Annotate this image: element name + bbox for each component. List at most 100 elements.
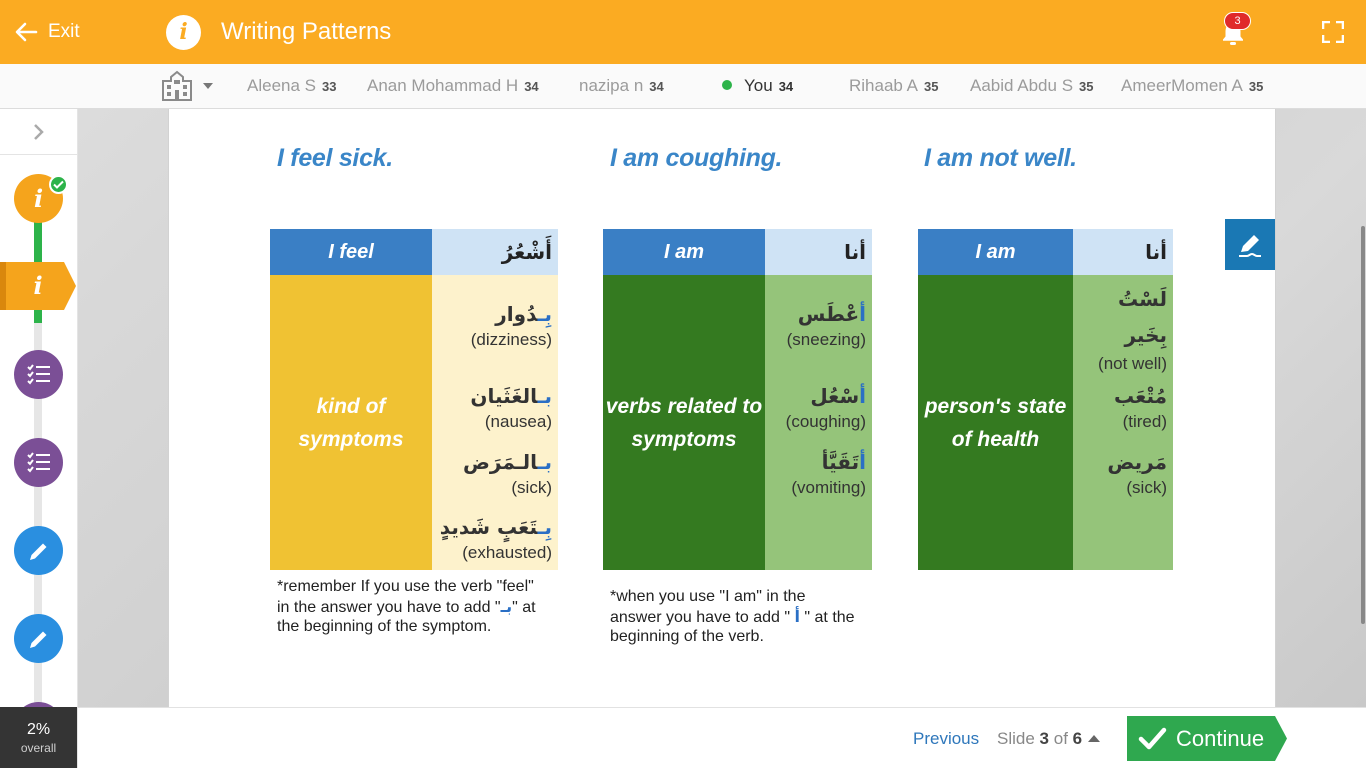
example-entry: مُتْعَب (tired) (1114, 381, 1167, 433)
example-english: (not well) (1098, 354, 1167, 373)
notification-badge: 3 (1224, 12, 1251, 30)
example-english: (exhausted) (462, 543, 552, 562)
leaderboard-score: 34 (649, 79, 664, 94)
leaderboard-entry: AmeerMomen A 35 (1121, 76, 1263, 96)
checklist-icon (26, 451, 50, 473)
leaderboard-name: Anan Mohammad H (367, 76, 519, 95)
example-arabic: أتَقَيَّأ (821, 450, 866, 474)
checklist-icon (26, 363, 50, 385)
lesson-rail: i i (0, 109, 78, 768)
leaderboard-score: 33 (322, 79, 337, 94)
example-entry: بِـدُوار (dizziness) (471, 299, 552, 351)
leaderboard-name: AmeerMomen A (1121, 76, 1243, 95)
category-cell: kind of symptoms (270, 275, 432, 570)
pattern-table-feel: I feel أَشْعُرُ kind of symptoms بِـدُوا… (270, 229, 558, 570)
overall-progress: 2% overall (0, 707, 77, 768)
example-entry: أسْعُل (coughing) (786, 381, 866, 433)
column-heading: I am not well. (924, 144, 1077, 172)
slide-content: I feel sick. I feel أَشْعُرُ kind of sym… (168, 109, 1276, 707)
online-dot (722, 80, 732, 90)
leaderboard-name: nazipa n (579, 76, 644, 95)
expand-rail-button[interactable] (0, 109, 78, 155)
step-writing[interactable] (14, 614, 63, 663)
header-english: I am (918, 229, 1073, 275)
previous-button[interactable]: Previous (913, 729, 979, 749)
header-arabic: أنا (765, 229, 872, 275)
leaderboard-score: 35 (1248, 79, 1264, 94)
progress-label: overall (20, 741, 57, 755)
leaderboard-score: 34 (778, 79, 794, 94)
category-cell: person's state of health (918, 275, 1073, 570)
example-arabic: أسْعُل (810, 384, 866, 408)
leaderboard-score: 35 (924, 79, 939, 94)
example-entry: مَريض (sick) (1107, 447, 1167, 499)
leaderboard-name: Aleena S (247, 76, 316, 95)
fullscreen-icon[interactable] (1322, 21, 1344, 43)
leaderboard-score: 35 (1079, 79, 1094, 94)
chevron-right-icon (34, 123, 44, 140)
example-english: (sick) (511, 478, 552, 497)
example-english: (tired) (1122, 412, 1167, 431)
pattern-table-am: I am أنا verbs related to symptoms أعْطَ… (603, 229, 872, 570)
example-entry: لَسْتُ بِخَير (not well) (1087, 281, 1167, 375)
example-arabic: بـالـمَرَض (463, 450, 552, 474)
column-heading: I feel sick. (277, 144, 393, 172)
progress-value: 2% (26, 721, 51, 738)
exit-button[interactable]: Exit (14, 18, 80, 46)
example-entry: أتَقَيَّأ (vomiting) (791, 447, 866, 499)
leaderboard-bar: Aleena S 33 Anan Mohammad H 34 nazipa n 34 … (0, 64, 1366, 109)
example-english: (coughing) (785, 412, 866, 431)
example-entry: بِـتَعَبٍ شَديدٍ (exhausted) (440, 512, 552, 564)
header-arabic: أنا (1073, 229, 1173, 275)
scrollbar[interactable] (1361, 226, 1365, 624)
header-english: I am (603, 229, 765, 275)
step-checklist[interactable] (14, 438, 63, 487)
example-arabic: بِـدُوار (495, 302, 552, 326)
example-english: (sick) (1126, 478, 1167, 497)
header-arabic: أَشْعُرُ (432, 229, 558, 275)
leaderboard-entry: nazipa n 34 (579, 76, 664, 96)
leaderboard-entry: Rihaab A 35 (849, 76, 938, 96)
example-arabic: بِـتَعَبٍ شَديدٍ (439, 515, 552, 539)
note-text: *when you use "I am" in the answer you h… (610, 588, 855, 645)
leaderboard-entry-you: You 34 (722, 76, 793, 96)
example-arabic: مَريض (1107, 450, 1167, 474)
leaderboard-entry: Anan Mohammad H 34 (367, 76, 539, 96)
examples-cell: أعْطَس (sneezing) أسْعُل (coughing) أتَق… (765, 275, 872, 570)
pencil-icon (29, 543, 46, 560)
top-bar: Exit i Writing Patterns 3 (0, 0, 1366, 64)
examples-cell: بِـدُوار (dizziness) بـالغَثَيان (nausea… (432, 275, 558, 570)
school-dropdown[interactable] (160, 70, 220, 102)
edit-pen-icon (1239, 234, 1261, 257)
column-heading: I am coughing. (610, 144, 783, 172)
pencil-icon (29, 631, 46, 648)
example-arabic: مُتْعَب (1113, 384, 1167, 408)
example-english: (sneezing) (786, 330, 866, 349)
notes-button[interactable] (1225, 219, 1275, 270)
leaderboard-score: 34 (524, 79, 539, 94)
leaderboard-entry: Aleena S 33 (247, 76, 336, 96)
continue-label: Continue (1176, 726, 1265, 751)
svg-text:i: i (33, 271, 42, 300)
slide-indicator[interactable]: Slide 3 of 6 (997, 729, 1082, 749)
page-title: Writing Patterns (221, 18, 392, 45)
step-writing[interactable] (14, 526, 63, 575)
arrow-left-icon (15, 22, 38, 42)
example-english: (vomiting) (791, 478, 866, 497)
step-checklist[interactable] (14, 350, 63, 399)
leaderboard-name: Aabid Abdu S (970, 76, 1074, 95)
example-english: (dizziness) (470, 330, 552, 349)
exit-label: Exit (48, 21, 80, 42)
example-english: (nausea) (484, 412, 552, 431)
leaderboard-name: You (744, 76, 773, 95)
caret-down-icon (203, 83, 213, 89)
leaderboard-name: Rihaab A (849, 76, 918, 95)
pattern-table-not-well: I am أنا person's state of health لَسْتُ… (918, 229, 1173, 570)
step-info-active[interactable]: i (0, 262, 76, 310)
example-entry: أعْطَس (sneezing) (787, 299, 866, 351)
example-entry: بـالغَثَيان (nausea) (470, 381, 552, 433)
caret-up-icon[interactable] (1088, 735, 1100, 742)
examples-cell: لَسْتُ بِخَير (not well) مُتْعَب (tired)… (1073, 275, 1173, 570)
example-arabic: لَسْتُ بِخَير (1117, 287, 1167, 347)
example-arabic: بـالغَثَيان (470, 384, 552, 408)
